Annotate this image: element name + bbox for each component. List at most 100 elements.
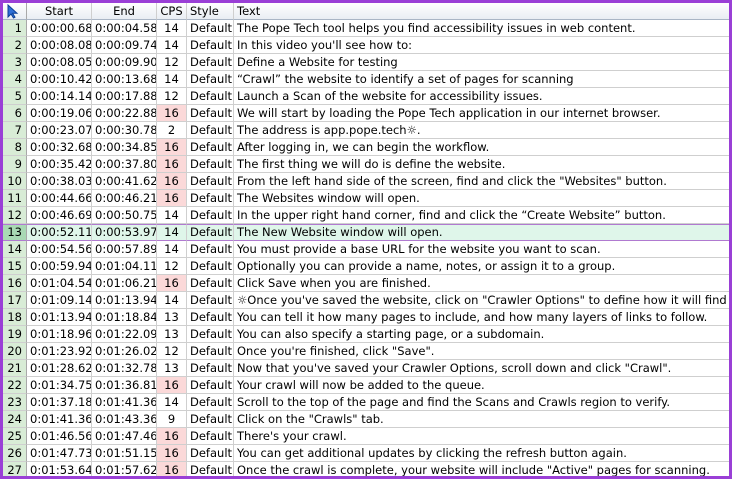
row-number[interactable]: 11: [3, 190, 27, 207]
style-cell[interactable]: Default: [187, 207, 234, 224]
subtitle-row[interactable]: 27 0:01:53.64 0:01:57.62 16 Default Once the …: [3, 462, 729, 476]
start-time-cell[interactable]: 0:01:04.54: [27, 275, 92, 292]
row-number[interactable]: 13: [3, 224, 27, 241]
subtitle-text-cell[interactable]: Define a Website for testing: [234, 54, 729, 71]
subtitle-row[interactable]: 23 0:01:37.18 0:01:41.36 14 Default Scroll to…: [3, 394, 729, 411]
row-number[interactable]: 19: [3, 326, 27, 343]
subtitle-row[interactable]: 1 0:00:00.68 0:00:04.58 14 Default The Pope T…: [3, 20, 729, 37]
style-cell[interactable]: Default: [187, 156, 234, 173]
row-number[interactable]: 23: [3, 394, 27, 411]
cps-cell[interactable]: 14: [157, 207, 187, 224]
style-cell[interactable]: Default: [187, 326, 234, 343]
subtitle-row[interactable]: 5 0:00:14.14 0:00:17.88 12 Default Launch a S…: [3, 88, 729, 105]
row-number[interactable]: 6: [3, 105, 27, 122]
row-number[interactable]: 17: [3, 292, 27, 309]
style-cell[interactable]: Default: [187, 258, 234, 275]
row-number[interactable]: 1: [3, 20, 27, 37]
style-cell[interactable]: Default: [187, 71, 234, 88]
cps-cell[interactable]: 13: [157, 326, 187, 343]
subtitle-row[interactable]: 9 0:00:35.42 0:00:37.80 16 Default The first …: [3, 156, 729, 173]
end-time-cell[interactable]: 0:00:46.21: [92, 190, 157, 207]
subtitle-row[interactable]: 2 0:00:08.08 0:00:09.74 14 Default In this vi…: [3, 37, 729, 54]
start-time-cell[interactable]: 0:01:53.64: [27, 462, 92, 476]
row-number[interactable]: 12: [3, 207, 27, 224]
end-time-cell[interactable]: 0:00:50.75: [92, 207, 157, 224]
cps-cell[interactable]: 14: [157, 241, 187, 258]
start-time-cell[interactable]: 0:00:52.11: [27, 224, 92, 241]
start-time-cell[interactable]: 0:00:32.68: [27, 139, 92, 156]
start-time-cell[interactable]: 0:00:44.66: [27, 190, 92, 207]
start-time-cell[interactable]: 0:00:38.03: [27, 173, 92, 190]
style-cell[interactable]: Default: [187, 190, 234, 207]
style-cell[interactable]: Default: [187, 411, 234, 428]
end-time-cell[interactable]: 0:00:09.90: [92, 54, 157, 71]
row-number[interactable]: 21: [3, 360, 27, 377]
subtitle-row[interactable]: 26 0:01:47.73 0:01:51.15 16 Default You can g…: [3, 445, 729, 462]
subtitle-text-cell[interactable]: You must provide a base URL for the webs…: [234, 241, 729, 258]
start-time-cell[interactable]: 0:01:23.92: [27, 343, 92, 360]
subtitle-row[interactable]: 17 0:01:09.14 0:01:13.94 14 Default ☼Once you…: [3, 292, 729, 309]
cps-cell[interactable]: 12: [157, 343, 187, 360]
start-time-cell[interactable]: 0:01:09.14: [27, 292, 92, 309]
cps-cell[interactable]: 14: [157, 71, 187, 88]
end-time-cell[interactable]: 0:01:04.11: [92, 258, 157, 275]
cps-cell[interactable]: 14: [157, 20, 187, 37]
select-all-corner[interactable]: [3, 3, 27, 20]
column-header-end[interactable]: End: [92, 3, 157, 20]
subtitle-text-cell[interactable]: Scroll to the top of the page and find t…: [234, 394, 729, 411]
cps-cell[interactable]: 13: [157, 360, 187, 377]
subtitle-row[interactable]: 15 0:00:59.94 0:01:04.11 12 Default Optionall…: [3, 258, 729, 275]
subtitle-row[interactable]: 7 0:00:23.07 0:00:30.78 2 Default The address…: [3, 122, 729, 139]
subtitle-row[interactable]: 4 0:00:10.42 0:00:13.68 14 Default “Crawl” th…: [3, 71, 729, 88]
column-header-style[interactable]: Style: [187, 3, 234, 20]
row-number[interactable]: 9: [3, 156, 27, 173]
row-number[interactable]: 20: [3, 343, 27, 360]
column-header-text[interactable]: Text: [234, 3, 729, 20]
row-number[interactable]: 7: [3, 122, 27, 139]
column-header-start[interactable]: Start: [27, 3, 92, 20]
end-time-cell[interactable]: 0:01:22.09: [92, 326, 157, 343]
subtitle-row[interactable]: 25 0:01:46.56 0:01:47.46 16 Default There's y…: [3, 428, 729, 445]
end-time-cell[interactable]: 0:01:43.36: [92, 411, 157, 428]
subtitle-text-cell[interactable]: Launch a Scan of the website for accessi…: [234, 88, 729, 105]
subtitle-text-cell[interactable]: From the left hand side of the screen, f…: [234, 173, 729, 190]
subtitle-text-cell[interactable]: You can get additional updates by clicki…: [234, 445, 729, 462]
cps-cell[interactable]: 12: [157, 88, 187, 105]
subtitle-row[interactable]: 14 0:00:54.56 0:00:57.89 14 Default You must …: [3, 241, 729, 258]
end-time-cell[interactable]: 0:00:30.78: [92, 122, 157, 139]
cps-cell[interactable]: 12: [157, 54, 187, 71]
subtitle-text-cell[interactable]: In this video you'll see how to:: [234, 37, 729, 54]
subtitle-text-cell[interactable]: The first thing we will do is define the…: [234, 156, 729, 173]
style-cell[interactable]: Default: [187, 292, 234, 309]
row-number[interactable]: 25: [3, 428, 27, 445]
subtitle-text-cell[interactable]: Your crawl will now be added to the queu…: [234, 377, 729, 394]
style-cell[interactable]: Default: [187, 173, 234, 190]
subtitle-text-cell[interactable]: ☼Once you've saved the website, click on…: [234, 292, 729, 309]
row-number[interactable]: 18: [3, 309, 27, 326]
start-time-cell[interactable]: 0:00:23.07: [27, 122, 92, 139]
start-time-cell[interactable]: 0:00:59.94: [27, 258, 92, 275]
subtitle-text-cell[interactable]: Click Save when you are finished.: [234, 275, 729, 292]
subtitle-row[interactable]: 24 0:01:41.36 0:01:43.36 9 Default Click on t…: [3, 411, 729, 428]
subtitle-row[interactable]: 11 0:00:44.66 0:00:46.21 16 Default The Websi…: [3, 190, 729, 207]
row-number[interactable]: 3: [3, 54, 27, 71]
start-time-cell[interactable]: 0:00:35.42: [27, 156, 92, 173]
cps-cell[interactable]: 16: [157, 377, 187, 394]
style-cell[interactable]: Default: [187, 88, 234, 105]
style-cell[interactable]: Default: [187, 360, 234, 377]
subtitle-row[interactable]: 21 0:01:28.62 0:01:32.78 13 Default Now that …: [3, 360, 729, 377]
subtitle-text-cell[interactable]: The address is app.pope.tech☼.: [234, 122, 729, 139]
style-cell[interactable]: Default: [187, 275, 234, 292]
cps-cell[interactable]: 14: [157, 292, 187, 309]
style-cell[interactable]: Default: [187, 105, 234, 122]
subtitle-row[interactable]: 8 0:00:32.68 0:00:34.85 16 Default After logg…: [3, 139, 729, 156]
cps-cell[interactable]: 12: [157, 258, 187, 275]
row-number[interactable]: 10: [3, 173, 27, 190]
row-number[interactable]: 4: [3, 71, 27, 88]
end-time-cell[interactable]: 0:00:09.74: [92, 37, 157, 54]
subtitle-text-cell[interactable]: The New Website window will open.: [234, 224, 729, 241]
end-time-cell[interactable]: 0:01:41.36: [92, 394, 157, 411]
cps-cell[interactable]: 16: [157, 139, 187, 156]
end-time-cell[interactable]: 0:00:34.85: [92, 139, 157, 156]
row-number[interactable]: 27: [3, 462, 27, 476]
